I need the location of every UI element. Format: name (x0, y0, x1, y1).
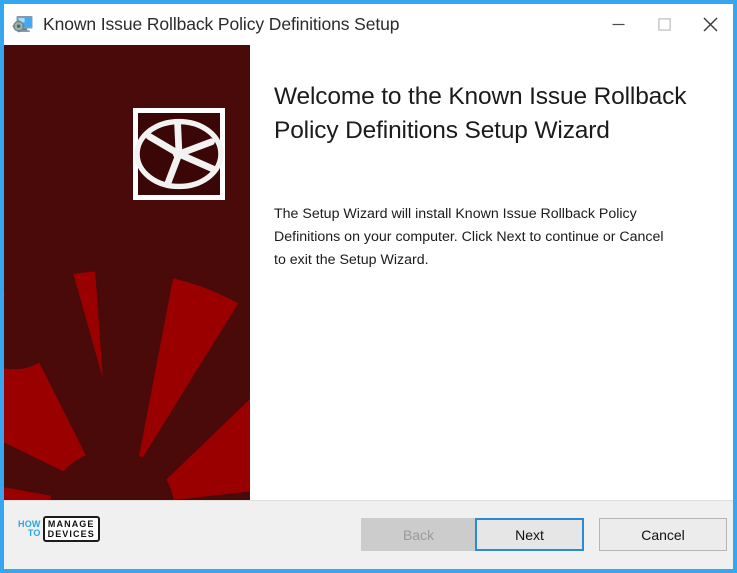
wizard-footer: HOW TO MANAGE DEVICES Back Next Cancel (4, 500, 733, 569)
window-controls (595, 4, 733, 45)
page-title: Welcome to the Known Issue Rollback Poli… (274, 83, 687, 144)
wizard-banner (4, 45, 250, 501)
window-title: Known Issue Rollback Policy Definitions … (43, 14, 400, 34)
back-button[interactable]: Back (361, 518, 476, 551)
wizard-content: Welcome to the Known Issue Rollback Poli… (4, 45, 733, 501)
watermark-manage-text: MANAGE (47, 519, 95, 529)
next-button[interactable]: Next (475, 518, 584, 551)
wizard-text-pane: Welcome to the Known Issue Rollback Poli… (250, 45, 733, 501)
cancel-button[interactable]: Cancel (599, 518, 727, 551)
description-text: The Setup Wizard will install Known Issu… (274, 206, 664, 268)
maximize-button[interactable] (641, 4, 687, 45)
watermark-howto: HOW TO (18, 519, 41, 539)
watermark-to-text: TO (27, 528, 41, 538)
watermark-box: MANAGE DEVICES (42, 516, 100, 542)
optical-disc-icon (134, 118, 224, 190)
setup-wizard-window: Known Issue Rollback Policy Definitions … (0, 0, 737, 573)
banner-disc-badge (133, 108, 225, 200)
close-button[interactable] (687, 4, 733, 45)
watermark-devices-text: DEVICES (47, 529, 95, 539)
title-bar: Known Issue Rollback Policy Definitions … (4, 4, 733, 45)
installer-package-icon (12, 14, 34, 36)
minimize-button[interactable] (595, 4, 641, 45)
howtomanagedevices-watermark: HOW TO MANAGE DEVICES (18, 516, 100, 542)
